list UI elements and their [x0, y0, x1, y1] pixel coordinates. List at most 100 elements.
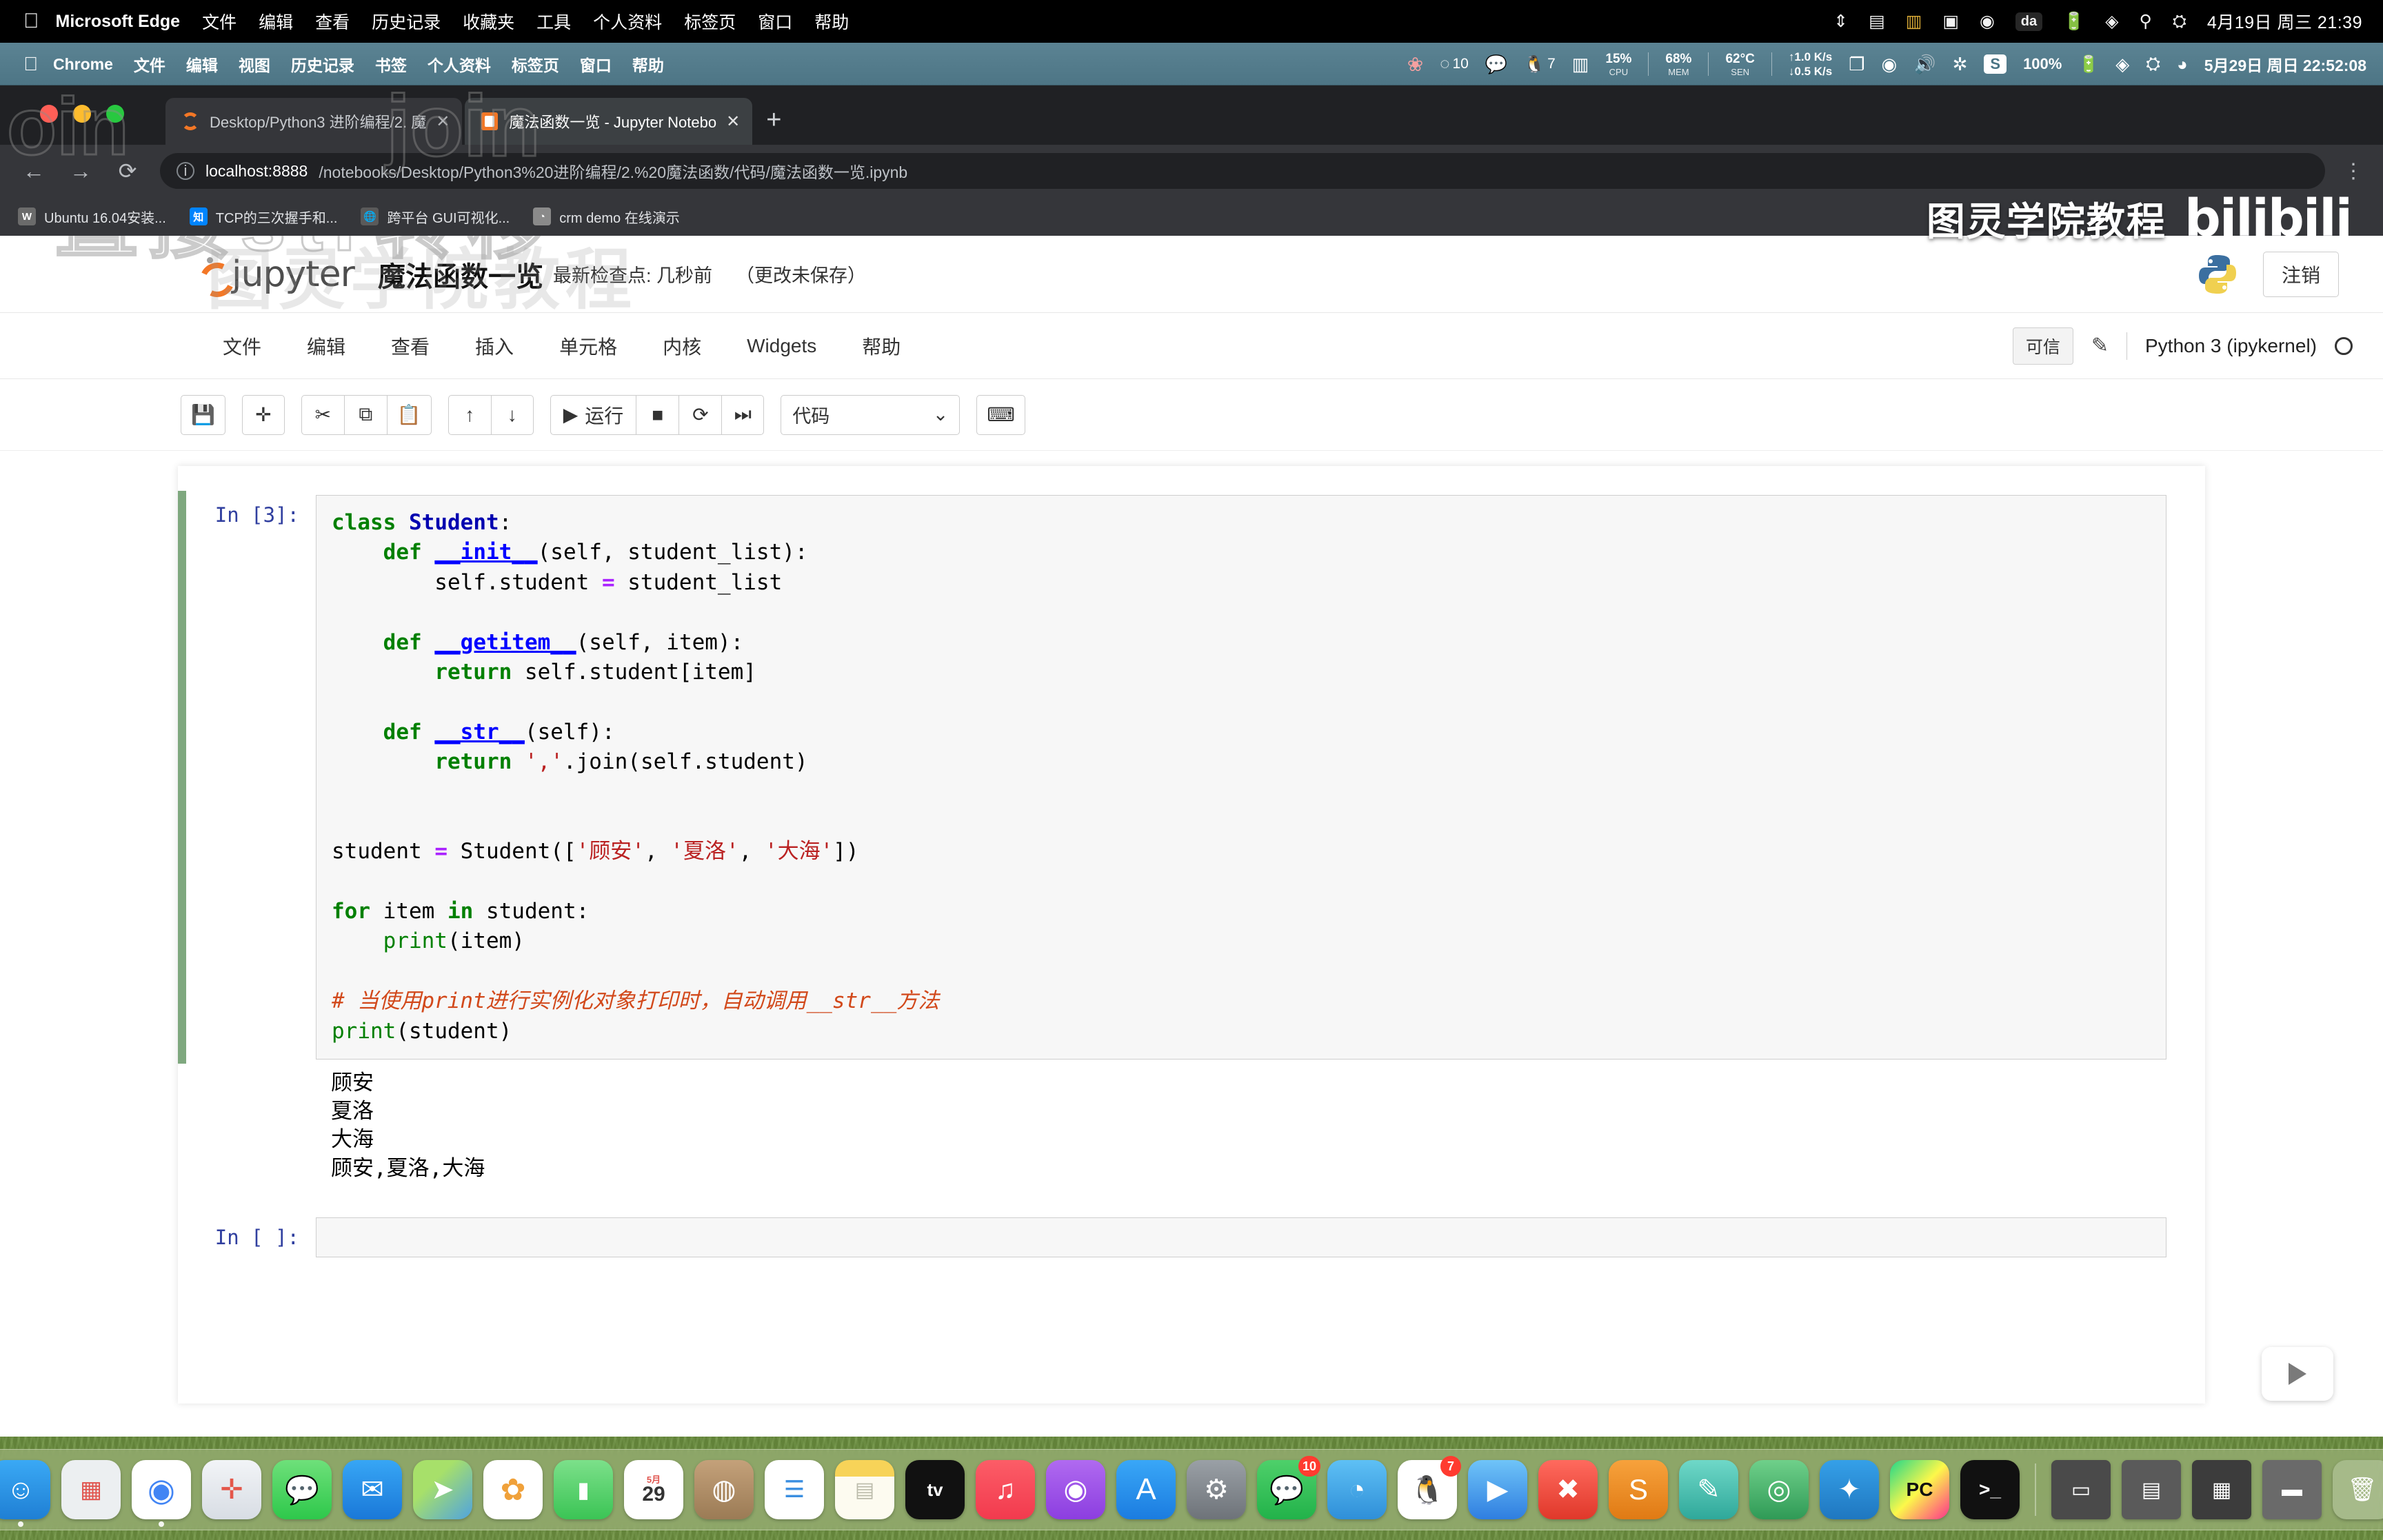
- insert-cell-button[interactable]: ✛: [241, 394, 285, 435]
- upload-icon[interactable]: ⇕: [1833, 11, 1848, 32]
- dock-item-finder[interactable]: ☺: [0, 1460, 50, 1527]
- jupyter-menu-view[interactable]: 查看: [368, 332, 452, 360]
- da-icon[interactable]: da: [2015, 12, 2043, 31]
- volume-icon[interactable]: 🔊: [1913, 54, 1935, 75]
- dock-item-reminders[interactable]: ☰: [765, 1460, 824, 1519]
- jupyter-menu-insert[interactable]: 插入: [452, 332, 536, 360]
- move-cell-up-button[interactable]: ↑: [448, 394, 491, 435]
- sogou-input-icon[interactable]: S: [1984, 54, 2007, 74]
- bookmark-item-1[interactable]: 知 TCP的三次握手和...: [189, 207, 337, 227]
- jupyter-menu-cell[interactable]: 单元格: [536, 332, 640, 360]
- restart-kernel-button[interactable]: ⟳: [678, 394, 722, 435]
- dock-item-qq[interactable]: 🐧 7: [1398, 1456, 1461, 1519]
- dock-item-contacts[interactable]: ◍: [694, 1460, 754, 1519]
- browser-menu-button[interactable]: ⋮: [2343, 159, 2364, 183]
- vm-clock[interactable]: 5月29日 周日 22:52:08: [2204, 52, 2366, 76]
- notebook-name[interactable]: 魔法函数一览: [378, 254, 543, 294]
- video-play-overlay[interactable]: [2262, 1347, 2333, 1401]
- qq-icon[interactable]: 🐧 7: [1524, 54, 1556, 74]
- dock-item-pycharm[interactable]: PC: [1890, 1460, 1949, 1519]
- dock-item-calendar[interactable]: 5月 29: [624, 1460, 683, 1519]
- host-menu-item-3[interactable]: 历史记录: [372, 9, 441, 34]
- command-palette-button[interactable]: ⌨: [976, 394, 1025, 435]
- dock-item-photos[interactable]: ✿: [483, 1460, 543, 1519]
- bookmark-item-3[interactable]: ◔ crm demo 在线演示: [533, 207, 680, 227]
- battery-percent[interactable]: 100%: [2023, 55, 2062, 73]
- close-window-button[interactable]: [40, 105, 58, 123]
- jupyter-menu-kernel[interactable]: 内核: [640, 332, 724, 360]
- site-info-icon[interactable]: i: [177, 162, 194, 180]
- display-icon[interactable]: ▤: [1869, 11, 1885, 32]
- dock-item-vscode[interactable]: ✦: [1820, 1460, 1879, 1519]
- dock-item-terminal[interactable]: >_: [1960, 1460, 2020, 1519]
- dock-item-folder[interactable]: ▬: [2262, 1460, 2322, 1519]
- restart-run-all-button[interactable]: ⏭: [721, 394, 765, 435]
- vm-menu-item-1[interactable]: 编辑: [186, 52, 218, 76]
- code-cell-2[interactable]: In [ ]:: [178, 1213, 2205, 1262]
- play-icon[interactable]: ◉: [1980, 11, 1995, 32]
- host-menu-item-7[interactable]: 标签页: [684, 9, 736, 34]
- sensor-stat[interactable]: 62°C SEN: [1725, 52, 1754, 77]
- host-menu-app[interactable]: Microsoft Edge: [56, 12, 181, 32]
- vm-menu-item-0[interactable]: 文件: [134, 52, 165, 76]
- pencil-icon[interactable]: ✎: [2091, 334, 2109, 358]
- dock-item-music[interactable]: ♫: [976, 1460, 1035, 1519]
- grid-icon[interactable]: ▥: [1906, 11, 1922, 32]
- url-input[interactable]: i localhost:8888/notebooks/Desktop/Pytho…: [160, 153, 2325, 189]
- host-menu-item-9[interactable]: 帮助: [814, 9, 849, 34]
- bookmark-item-0[interactable]: W Ubuntu 16.04安装...: [18, 207, 166, 227]
- paste-cell-button[interactable]: 📋: [386, 394, 432, 435]
- network-rate[interactable]: ↑1.0 K/s ↓0.5 K/s: [1789, 50, 1832, 79]
- dock-item-wechat[interactable]: 💬 10: [1257, 1456, 1320, 1519]
- host-menu-item-2[interactable]: 查看: [315, 9, 350, 34]
- mem-stat[interactable]: 68% MEM: [1665, 52, 1691, 77]
- jupyter-menu-help[interactable]: 帮助: [839, 332, 923, 360]
- host-menu-item-0[interactable]: 文件: [202, 9, 237, 34]
- logout-button[interactable]: 注销: [2262, 251, 2339, 297]
- apple-menu-icon[interactable]: : [23, 11, 39, 32]
- save-button[interactable]: 💾: [181, 394, 225, 435]
- window-controls[interactable]: [40, 105, 124, 123]
- host-menu-item-8[interactable]: 窗口: [758, 9, 792, 34]
- vm-menu-item-7[interactable]: 窗口: [580, 52, 612, 76]
- jupyter-menu-widgets[interactable]: Widgets: [724, 335, 839, 357]
- dock-item-screenshot-2[interactable]: ▤: [2122, 1460, 2181, 1519]
- bluetooth-icon[interactable]: ✲: [1953, 54, 1968, 75]
- bartender-icon[interactable]: ▥: [1572, 54, 1589, 75]
- jupyter-menu-file[interactable]: 文件: [200, 332, 284, 360]
- cell-type-select[interactable]: 代码 ⌄: [781, 394, 961, 435]
- vm-menu-item-3[interactable]: 历史记录: [291, 52, 354, 76]
- dock-item-facetime[interactable]: ▮: [554, 1460, 613, 1519]
- host-menu-item-5[interactable]: 工具: [536, 9, 571, 34]
- dock-item-mail[interactable]: ✉: [343, 1460, 402, 1519]
- dock-item-maps[interactable]: ➤: [413, 1460, 472, 1519]
- dock-item-trash[interactable]: 🗑: [2333, 1460, 2383, 1519]
- dock-item-apple-tv[interactable]: tv: [905, 1460, 965, 1519]
- wifi-icon[interactable]: ◈: [2105, 11, 2118, 32]
- control-center-icon[interactable]: ⛭: [2173, 12, 2186, 32]
- kernel-idle-circle-icon[interactable]: [2335, 336, 2353, 355]
- jupyter-logo[interactable]: jupyter: [196, 254, 355, 295]
- wifi-icon[interactable]: ◈: [2115, 54, 2129, 75]
- vm-menu-item-4[interactable]: 书签: [375, 52, 407, 76]
- qq-message-icon[interactable]: ◌ 10: [1440, 54, 1469, 74]
- vm-menu-item-8[interactable]: 帮助: [632, 52, 664, 76]
- tab-close-0[interactable]: ✕: [436, 112, 450, 132]
- dock-item-editor[interactable]: ✎: [1679, 1460, 1738, 1519]
- forward-button[interactable]: →: [66, 159, 95, 184]
- run-cell-button[interactable]: ▶ 运行: [550, 394, 636, 435]
- wechat-icon[interactable]: 💬: [1485, 54, 1507, 75]
- tab-close-1[interactable]: ✕: [726, 112, 740, 132]
- host-clock[interactable]: 4月19日 周三 21:39: [2207, 9, 2362, 34]
- dock-item-anaconda[interactable]: ◎: [1749, 1460, 1809, 1519]
- vm-menu-item-6[interactable]: 标签页: [512, 52, 559, 76]
- battery-icon[interactable]: 🔋: [2063, 12, 2084, 32]
- dock-item-xmind[interactable]: ✖: [1538, 1460, 1598, 1519]
- vm-menu-item-2[interactable]: 视图: [239, 52, 270, 76]
- dock-item-document[interactable]: ▦: [2192, 1460, 2251, 1519]
- dock-item-video-player[interactable]: ▶: [1468, 1460, 1527, 1519]
- tv-icon[interactable]: ▣: [1942, 11, 1959, 32]
- media-play-icon[interactable]: ◉: [1882, 54, 1898, 75]
- dock-item-podcasts[interactable]: ◉: [1046, 1460, 1105, 1519]
- battery-charging-icon[interactable]: 🔋: [2078, 54, 2099, 74]
